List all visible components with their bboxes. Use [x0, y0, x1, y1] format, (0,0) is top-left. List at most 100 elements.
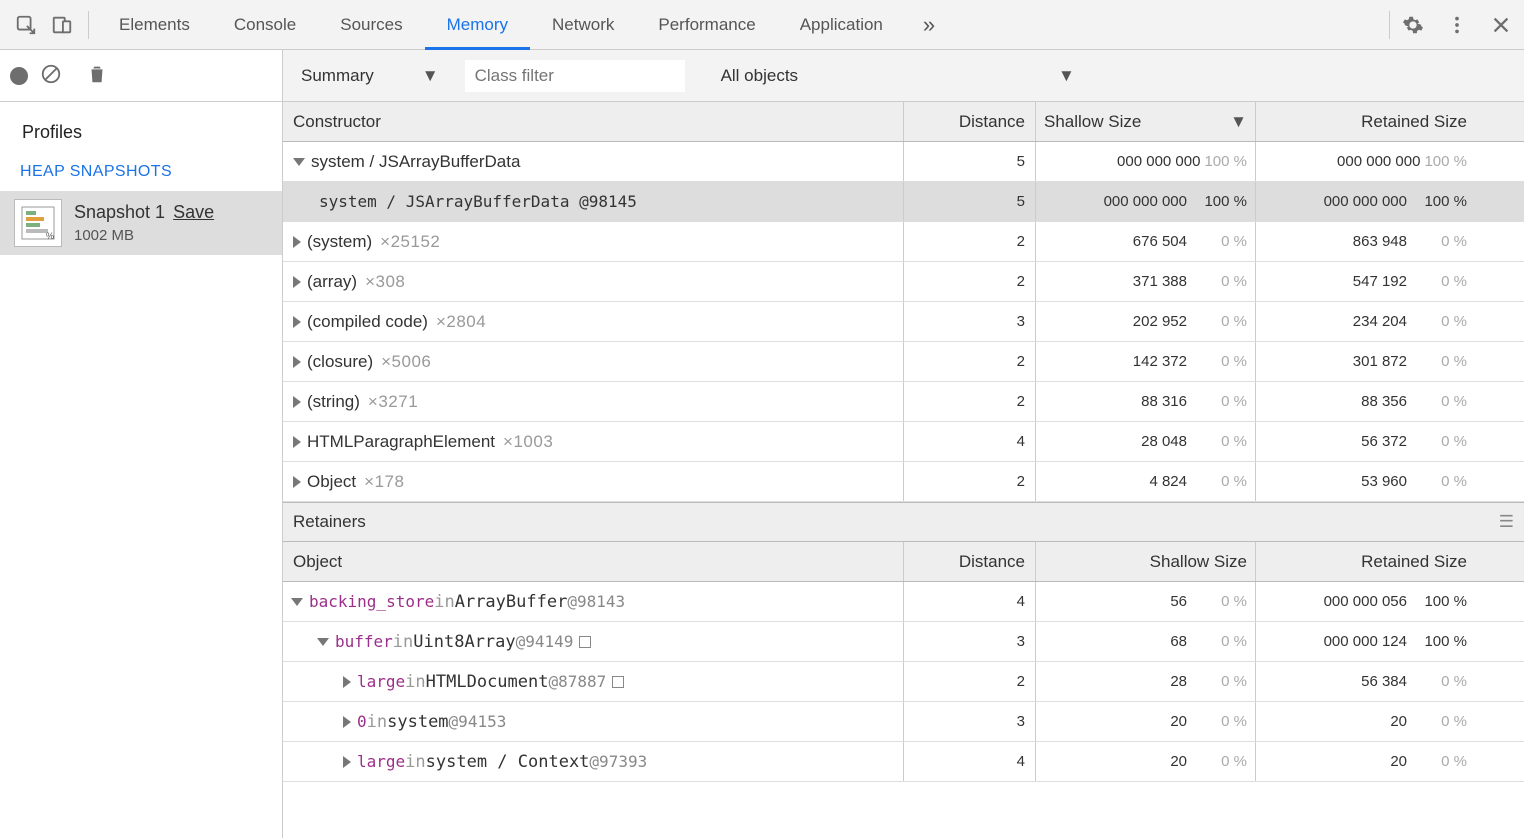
separator	[88, 11, 89, 39]
distance-value: 2	[903, 662, 1035, 701]
shallow-size: 000 000 000	[1104, 193, 1187, 210]
col-distance[interactable]: Distance	[903, 102, 1035, 141]
objects-dropdown[interactable]: All objects ▼	[713, 62, 1083, 90]
tab-sources[interactable]: Sources	[318, 0, 424, 50]
disclosure-triangle-icon[interactable]	[293, 316, 301, 328]
separator	[1389, 11, 1390, 39]
table-row[interactable]: buffer in Uint8Array @941493680 %000 000…	[283, 622, 1524, 662]
disclosure-triangle-icon[interactable]	[343, 676, 351, 688]
snapshot-icon: %	[14, 199, 62, 247]
type-name: ArrayBuffer	[455, 592, 568, 612]
retained-size: 863 948	[1353, 233, 1407, 250]
col-constructor[interactable]: Constructor	[283, 102, 903, 141]
table-row[interactable]: (compiled code)×28043202 9520 %234 2040 …	[283, 302, 1524, 342]
device-toggle-icon[interactable]	[44, 7, 80, 43]
constructor-name: (closure)	[307, 352, 373, 372]
col-retained[interactable]: Retained Size	[1255, 102, 1475, 141]
col-shallow[interactable]: Shallow Size	[1035, 542, 1255, 581]
table-row[interactable]: system / JSArrayBufferData @981455000 00…	[283, 182, 1524, 222]
retained-size: 20	[1390, 713, 1407, 730]
table-row[interactable]: large in HTMLDocument @878872280 %56 384…	[283, 662, 1524, 702]
table-row[interactable]: (array)×3082371 3880 %547 1920 %	[283, 262, 1524, 302]
disclosure-triangle-icon[interactable]	[293, 236, 301, 248]
snapshot-save-link[interactable]: Save	[173, 202, 214, 223]
disclosure-triangle-icon[interactable]	[343, 716, 351, 728]
class-filter-input[interactable]	[465, 60, 685, 92]
retained-size: 547 192	[1353, 273, 1407, 290]
constructor-name: (compiled code)	[307, 312, 428, 332]
distance-value: 2	[903, 222, 1035, 261]
instance-count: ×5006	[381, 352, 431, 372]
distance-value: 2	[903, 382, 1035, 421]
disclosure-triangle-icon[interactable]	[293, 356, 301, 368]
distance-value: 4	[903, 422, 1035, 461]
retained-size: 000 000 000	[1324, 193, 1407, 210]
type-name: HTMLDocument	[426, 672, 549, 692]
property-name: 0	[357, 712, 367, 731]
tab-network[interactable]: Network	[530, 0, 636, 50]
retainers-panel-header: Retainers ☰	[283, 502, 1524, 542]
snapshot-item[interactable]: % Snapshot 1 Save 1002 MB	[0, 191, 282, 255]
table-row[interactable]: system / JSArrayBufferData5000 000 00010…	[283, 142, 1524, 182]
disclosure-triangle-icon[interactable]	[293, 476, 301, 488]
clear-icon[interactable]	[40, 63, 62, 89]
tab-performance[interactable]: Performance	[636, 0, 777, 50]
disclosure-triangle-icon[interactable]	[343, 756, 351, 768]
memory-filter-bar: Summary ▼ All objects ▼	[283, 50, 1524, 102]
shallow-size: 20	[1170, 713, 1187, 730]
constructor-name: (system)	[307, 232, 372, 252]
heap-snapshots-label: HEAP SNAPSHOTS	[0, 157, 282, 191]
disclosure-triangle-icon[interactable]	[293, 396, 301, 408]
distance-value: 5	[903, 182, 1035, 221]
tab-memory[interactable]: Memory	[425, 0, 530, 50]
table-row[interactable]: 0 in system @941533200 %200 %	[283, 702, 1524, 742]
table-row[interactable]: backing_store in ArrayBuffer @981434560 …	[283, 582, 1524, 622]
disclosure-triangle-icon[interactable]	[317, 638, 329, 646]
trash-icon[interactable]	[86, 63, 108, 89]
retained-size: 234 204	[1353, 313, 1407, 330]
shallow-size: 202 952	[1133, 313, 1187, 330]
settings-icon[interactable]	[1398, 10, 1428, 40]
col-retained[interactable]: Retained Size	[1255, 542, 1475, 581]
more-tabs-icon[interactable]: »	[905, 12, 953, 38]
view-dropdown-label: Summary	[301, 66, 374, 86]
tab-application[interactable]: Application	[778, 0, 905, 50]
disclosure-triangle-icon[interactable]	[293, 276, 301, 288]
distance-value: 3	[903, 622, 1035, 661]
view-dropdown[interactable]: Summary ▼	[293, 62, 447, 90]
table-row[interactable]: large in system / Context @973934200 %20…	[283, 742, 1524, 782]
tab-elements[interactable]: Elements	[97, 0, 212, 50]
shallow-size: 142 372	[1133, 353, 1187, 370]
col-shallow[interactable]: Shallow Size ▼	[1035, 102, 1255, 141]
table-row[interactable]: (system)×251522676 5040 %863 9480 %	[283, 222, 1524, 262]
instance-count: ×1003	[503, 432, 553, 452]
record-button[interactable]	[10, 67, 28, 85]
distance-value: 5	[903, 142, 1035, 181]
instance-count: ×178	[364, 472, 404, 492]
tabs-container: ElementsConsoleSourcesMemoryNetworkPerfo…	[97, 0, 905, 50]
shallow-size: 4 824	[1149, 473, 1187, 490]
menu-icon[interactable]: ☰	[1499, 512, 1514, 532]
snapshot-name: Snapshot 1	[74, 202, 165, 223]
table-row[interactable]: (string)×3271288 3160 %88 3560 %	[283, 382, 1524, 422]
close-icon[interactable]	[1486, 10, 1516, 40]
constructor-name: HTMLParagraphElement	[307, 432, 495, 452]
inspect-icon[interactable]	[8, 7, 44, 43]
table-row[interactable]: (closure)×50062142 3720 %301 8720 %	[283, 342, 1524, 382]
property-name: large	[357, 672, 405, 691]
profiles-sidebar: Profiles HEAP SNAPSHOTS % Snapshot 1 Sav…	[0, 50, 283, 838]
disclosure-triangle-icon[interactable]	[293, 436, 301, 448]
kebab-menu-icon[interactable]	[1442, 10, 1472, 40]
tab-console[interactable]: Console	[212, 0, 318, 50]
constructor-name: (string)	[307, 392, 360, 412]
table-row[interactable]: HTMLParagraphElement×1003428 0480 %56 37…	[283, 422, 1524, 462]
table-row[interactable]: Object×17824 8240 %53 9600 %	[283, 462, 1524, 502]
profiles-label: Profiles	[0, 116, 282, 157]
disclosure-triangle-icon[interactable]	[293, 158, 305, 166]
col-object[interactable]: Object	[283, 542, 903, 581]
constructors-header-row: Constructor Distance Shallow Size ▼ Reta…	[283, 102, 1524, 142]
constructor-name: (array)	[307, 272, 357, 292]
col-distance[interactable]: Distance	[903, 542, 1035, 581]
distance-value: 3	[903, 702, 1035, 741]
disclosure-triangle-icon[interactable]	[291, 598, 303, 606]
